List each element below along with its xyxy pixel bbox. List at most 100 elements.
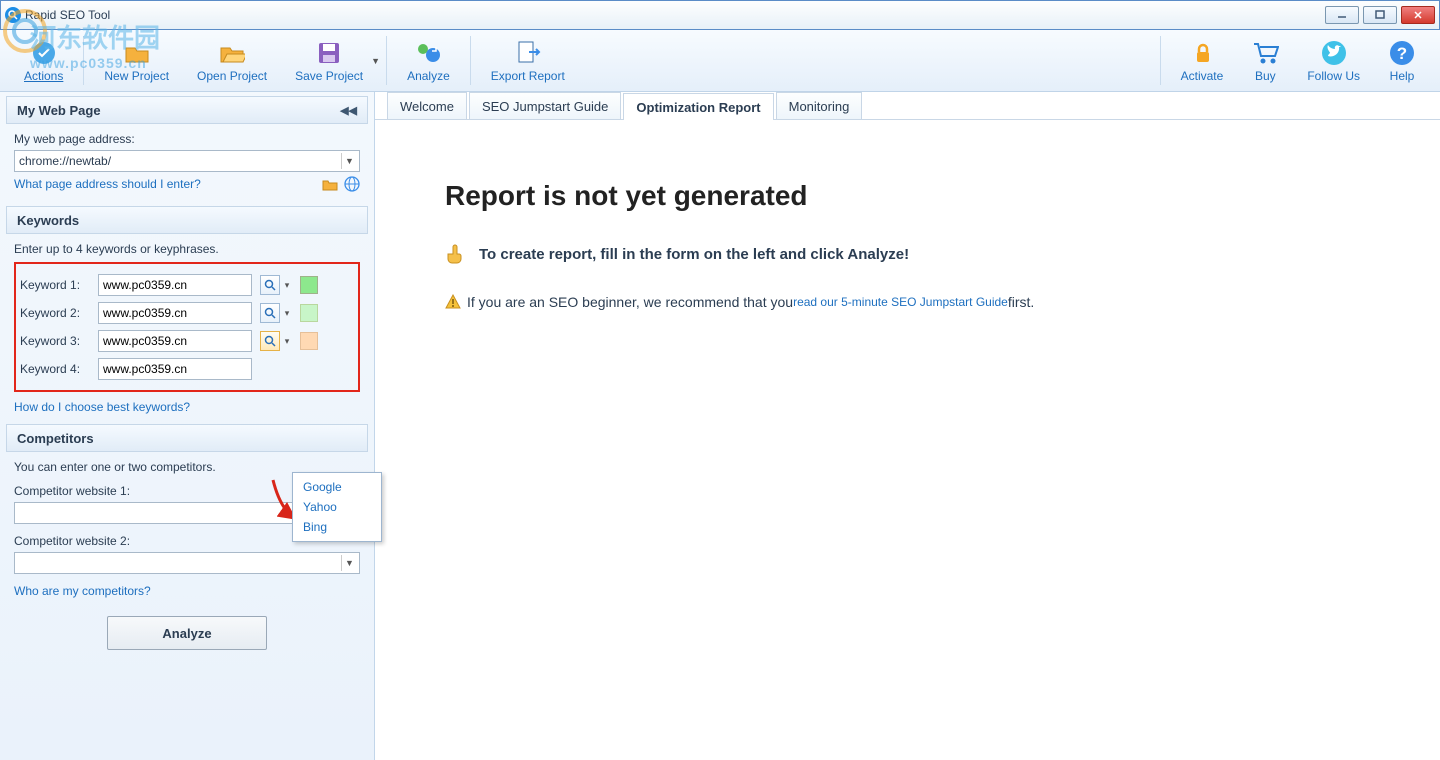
actions-icon [30, 39, 58, 67]
analyze-label: Analyze [407, 69, 450, 83]
popup-google[interactable]: Google [293, 477, 381, 497]
tab-welcome[interactable]: Welcome [387, 92, 467, 119]
twitter-icon [1320, 39, 1348, 67]
competitor2-input[interactable]: ▼ [14, 552, 360, 574]
keyword3-input[interactable] [98, 330, 252, 352]
ribbon-toolbar: Actions New Project Open Project Save Pr… [0, 30, 1440, 92]
keyword2-dropdown-icon[interactable]: ▾ [282, 308, 292, 319]
report-body: Report is not yet generated To create re… [375, 120, 1440, 370]
pointing-hand-icon [445, 242, 469, 266]
address-input[interactable]: chrome://newtab/ ▼ [14, 150, 360, 172]
report-heading: Report is not yet generated [445, 180, 1370, 212]
address-help-link[interactable]: What page address should I enter? [14, 177, 201, 191]
open-project-label: Open Project [197, 69, 267, 83]
new-project-button[interactable]: New Project [90, 32, 183, 89]
buy-button[interactable]: Buy [1237, 32, 1293, 89]
separator [1160, 36, 1161, 85]
buy-label: Buy [1255, 69, 1276, 83]
maximize-button[interactable] [1363, 6, 1397, 24]
separator [386, 36, 387, 85]
separator [470, 36, 471, 85]
tab-monitoring[interactable]: Monitoring [776, 92, 863, 119]
competitors-help-link[interactable]: Who are my competitors? [14, 584, 151, 598]
help-icon: ? [1388, 39, 1416, 67]
save-project-button[interactable]: Save Project [281, 32, 377, 89]
actions-menu[interactable]: Actions [10, 32, 77, 89]
actions-label: Actions [24, 69, 63, 83]
keyword3-label: Keyword 3: [20, 334, 98, 348]
analyze-submit-button[interactable]: Analyze [107, 616, 267, 650]
separator [83, 36, 84, 85]
keyword2-input[interactable] [98, 302, 252, 324]
new-project-icon [123, 39, 151, 67]
keyword2-search-button[interactable] [260, 303, 280, 323]
svg-text:?: ? [1397, 44, 1407, 63]
address-dropdown-icon[interactable]: ▼ [341, 153, 357, 169]
app-title: Rapid SEO Tool [25, 8, 110, 22]
sidebar: My Web Page ◀◀ My web page address: chro… [0, 92, 375, 760]
keywords-header: Keywords [6, 206, 368, 234]
folder-icon[interactable] [322, 176, 338, 192]
keyword1-label: Keyword 1: [20, 278, 98, 292]
new-project-label: New Project [104, 69, 169, 83]
save-dropdown-icon[interactable]: ▼ [371, 56, 380, 66]
keyword1-input[interactable] [98, 274, 252, 296]
popup-bing[interactable]: Bing [293, 517, 381, 537]
export-report-button[interactable]: Export Report [477, 32, 579, 89]
collapse-sidebar-icon[interactable]: ◀◀ [340, 104, 357, 117]
activate-button[interactable]: Activate [1167, 32, 1238, 89]
activate-icon [1188, 39, 1216, 67]
keywords-title: Keywords [17, 213, 79, 228]
keyword2-color-swatch[interactable] [300, 304, 318, 322]
keywords-help-link[interactable]: How do I choose best keywords? [14, 400, 190, 414]
cart-icon [1251, 39, 1279, 67]
export-icon [514, 39, 542, 67]
export-report-label: Export Report [491, 69, 565, 83]
keyword3-dropdown-icon[interactable]: ▾ [282, 336, 292, 347]
keywords-hint: Enter up to 4 keywords or keyphrases. [14, 242, 360, 256]
popup-yahoo[interactable]: Yahoo [293, 497, 381, 517]
title-bar: Rapid SEO Tool [0, 0, 1440, 30]
keyword1-search-button[interactable] [260, 275, 280, 295]
warn-text-pre: If you are an SEO beginner, we recommend… [467, 294, 793, 310]
warn-link[interactable]: read our 5-minute SEO Jumpstart Guide [793, 295, 1008, 309]
competitors-title: Competitors [17, 431, 94, 446]
minimize-button[interactable] [1325, 6, 1359, 24]
report-hint: To create report, fill in the form on th… [479, 246, 909, 263]
close-button[interactable] [1401, 6, 1435, 24]
main-area: Welcome SEO Jumpstart Guide Optimization… [375, 92, 1440, 760]
tab-report[interactable]: Optimization Report [623, 93, 773, 120]
my-web-page-header: My Web Page ◀◀ [6, 96, 368, 124]
competitor2-dropdown-icon[interactable]: ▼ [341, 555, 357, 571]
keywords-highlight-box: Keyword 1: ▾ Keyword 2: ▾ Keyword 3: [14, 262, 360, 392]
keyword1-color-swatch[interactable] [300, 276, 318, 294]
address-value: chrome://newtab/ [19, 154, 111, 168]
warning-icon [445, 294, 461, 310]
tab-strip: Welcome SEO Jumpstart Guide Optimization… [375, 92, 1440, 120]
analyze-button[interactable]: Analyze [393, 32, 464, 89]
competitors-header: Competitors [6, 424, 368, 452]
globe-icon[interactable] [344, 176, 360, 192]
save-icon [315, 39, 343, 67]
open-project-icon [218, 39, 246, 67]
search-engine-popup: Google Yahoo Bing [292, 472, 382, 542]
tab-guide[interactable]: SEO Jumpstart Guide [469, 92, 621, 119]
open-project-button[interactable]: Open Project [183, 32, 281, 89]
activate-label: Activate [1181, 69, 1224, 83]
warn-text-post: first. [1008, 294, 1034, 310]
address-label: My web page address: [14, 132, 360, 146]
follow-us-button[interactable]: Follow Us [1293, 32, 1374, 89]
keyword3-search-button[interactable] [260, 331, 280, 351]
keyword3-color-swatch[interactable] [300, 332, 318, 350]
app-icon [5, 7, 21, 23]
my-web-page-title: My Web Page [17, 103, 101, 118]
save-project-label: Save Project [295, 69, 363, 83]
analyze-icon [414, 39, 442, 67]
follow-us-label: Follow Us [1307, 69, 1360, 83]
help-button[interactable]: ? Help [1374, 32, 1430, 89]
keyword2-label: Keyword 2: [20, 306, 98, 320]
keyword1-dropdown-icon[interactable]: ▾ [282, 280, 292, 291]
keyword4-label: Keyword 4: [20, 362, 98, 376]
keyword4-input[interactable] [98, 358, 252, 380]
help-label: Help [1390, 69, 1415, 83]
